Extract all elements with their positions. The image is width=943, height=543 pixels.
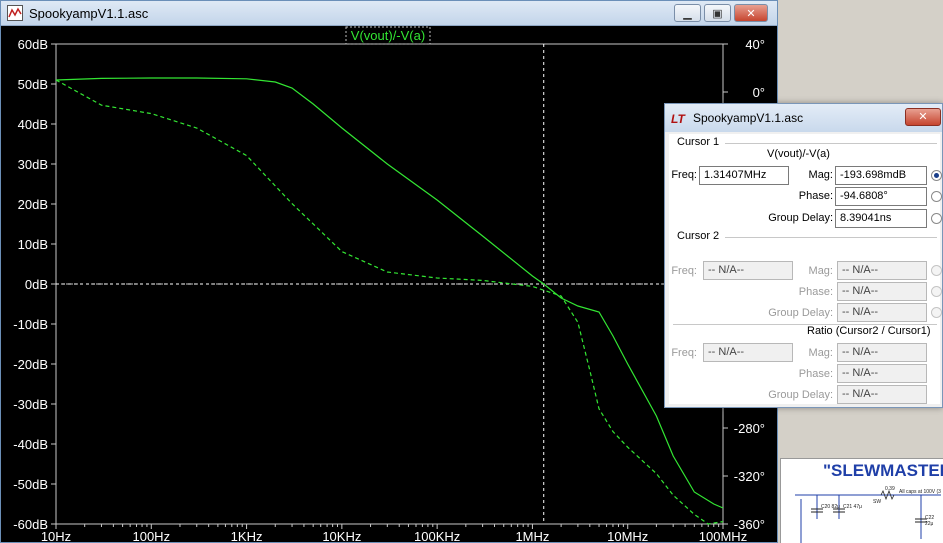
lt-logo-icon: LT [671,112,685,126]
cursor2-group-delay-field[interactable]: -- N/A-- [837,303,927,322]
close-button[interactable]: ✕ [734,4,768,22]
cursor1-mag-field[interactable]: -193.698mdB [835,166,927,185]
y2-tick-label: -280° [734,421,765,436]
cursor2-mag-field[interactable]: -- N/A-- [837,261,927,280]
cursor1-group-delay-radio[interactable] [931,213,942,224]
schematic-label: C22 22μ [925,515,935,527]
schematic-drawing [795,489,941,543]
dialog-close-button[interactable]: ✕ [905,108,941,126]
cursor2-freq-label: Freq: [671,265,697,277]
cursor1-freq-field[interactable]: 1.31407MHz [699,166,789,185]
cursor1-group-label: Cursor 1 [677,136,720,148]
y2-tick-label: 40° [745,37,765,52]
cursor1-group-delay-field[interactable]: 8.39041ns [835,209,927,228]
phase-trace [55,79,724,525]
waveform-app-icon [7,5,23,21]
background-panel [778,0,943,103]
cursor1-freq-label: Freq: [671,169,697,181]
y-tick-label: -10dB [13,317,48,332]
dialog-title-bar[interactable]: LT SpookyampV1.1.asc ✕ [665,104,942,132]
maximize-button[interactable]: ▣ [704,4,731,22]
title-bar[interactable]: SpookyampV1.1.asc ▁ ▣ ✕ [1,1,777,26]
ratio-freq-label: Freq: [671,347,697,359]
restore-icon: ▣ [712,7,723,20]
y-tick-label: 50dB [18,77,48,92]
schematic-label: 0.39 [885,486,895,492]
x-tick-label: 10MHz [607,529,648,542]
y-tick-label: 30dB [18,157,48,172]
ratio-mag-label: Mag: [808,347,833,359]
window-title: SpookyampV1.1.asc [29,6,149,21]
y-tick-label: -30dB [13,397,48,412]
x-tick-label: 1MHz [515,529,549,542]
cursor2-phase-field[interactable]: -- N/A-- [837,282,927,301]
cursor1-mag-label: Mag: [808,169,833,181]
ratio-group-label: Ratio (Cursor2 / Cursor1) [807,325,931,337]
y-tick-label: 40dB [18,117,48,132]
y-tick-label: 60dB [18,37,48,52]
background-panel [780,430,943,458]
cursor2-group-delay-label: Group Delay: [768,307,833,319]
x-tick-label: 100KHz [414,529,460,542]
cursor1-phase-label: Phase: [798,190,833,202]
schematic-label: C20 82μ [821,504,841,510]
plot-area[interactable]: 60dB 50dB 40dB 30dB 20dB 10dB 0dB -10dB -20dB -30… [1,1,777,542]
cursor2-group-label: Cursor 2 [677,230,720,242]
minimize-button[interactable]: ▁ [674,4,701,22]
ratio-phase-label: Phase: [798,368,833,380]
ratio-phase-field[interactable]: -- N/A-- [837,364,927,383]
dialog-body: Cursor 1 V(vout)/-V(a) Freq: 1.31407MHz … [669,134,942,404]
ratio-freq-field[interactable]: -- N/A-- [703,343,793,362]
cursor-dialog[interactable]: LT SpookyampV1.1.asc ✕ Cursor 1 V(vout)/… [664,103,943,408]
y-tick-label: -20dB [13,357,48,372]
cursor1-mag-radio[interactable] [931,170,942,181]
screen: 60dB 50dB 40dB 30dB 20dB 10dB 0dB -10dB -20dB -30… [0,0,943,543]
ratio-group-delay-field[interactable]: -- N/A-- [837,385,927,404]
cursor2-phase-radio[interactable] [931,286,942,297]
divider [725,143,937,144]
x-tick-label: 1KHz [231,529,263,542]
y-tick-label: 10dB [18,237,48,252]
ratio-mag-field[interactable]: -- N/A-- [837,343,927,362]
y2-tick-label: -320° [734,469,765,484]
y2-tick-label: 0° [753,85,765,100]
cursor1-phase-radio[interactable] [931,191,942,202]
schematic-window[interactable]: "SLEWMASTER" All caps at 100V (3 C20 82μ… [780,458,943,543]
schematic-label: SW [873,499,882,505]
trace-label: V(vout)/-V(a) [351,28,425,43]
waveform-window[interactable]: 60dB 50dB 40dB 30dB 20dB 10dB 0dB -10dB -20dB -30… [0,0,778,543]
x-tick-label: 10KHz [322,529,361,542]
minimize-icon: ▁ [683,7,692,20]
y-tick-label: -40dB [13,437,48,452]
x-tick-label: 10Hz [41,529,71,542]
y-tick-label: -50dB [13,477,48,492]
schematic-label: C21 47μ [843,504,863,510]
divider [725,237,937,238]
close-icon: ✕ [746,7,756,20]
ratio-group-delay-label: Group Delay: [768,389,833,401]
x-tick-label: 100Hz [132,529,170,542]
cursor1-trace-name: V(vout)/-V(a) [767,148,830,160]
dialog-title: SpookyampV1.1.asc [693,111,804,125]
x-tick-label: 100MHz [699,529,747,542]
cursor2-group-delay-radio[interactable] [931,307,942,318]
y-tick-label: 0dB [25,277,48,292]
magnitude-trace [55,77,724,509]
close-icon: ✕ [918,111,928,123]
cursor2-mag-label: Mag: [808,265,833,277]
y-tick-label: 20dB [18,197,48,212]
cursor2-freq-field[interactable]: -- N/A-- [703,261,793,280]
cursor2-mag-radio[interactable] [931,265,942,276]
cursor2-phase-label: Phase: [798,286,833,298]
cursor1-group-delay-label: Group Delay: [768,212,833,224]
cursor1-phase-field[interactable]: -94.6808° [835,187,927,206]
